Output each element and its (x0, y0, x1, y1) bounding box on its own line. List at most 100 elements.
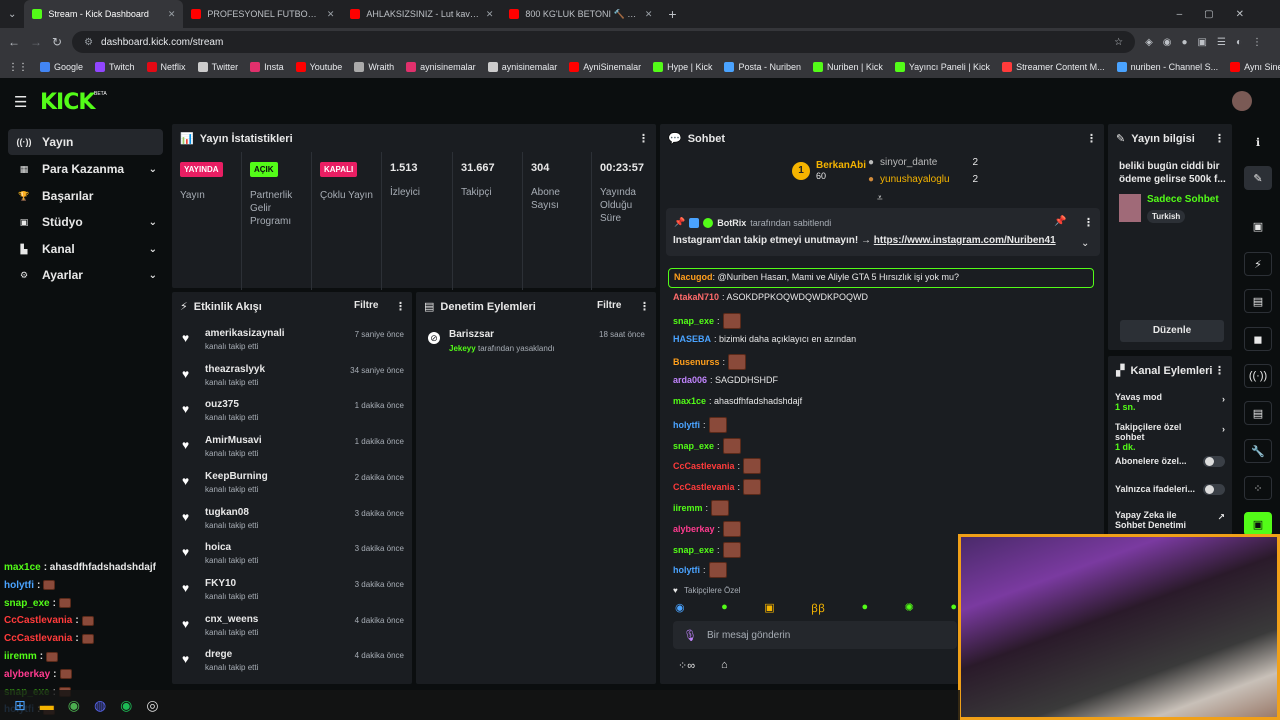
bookmark-4[interactable]: Insta (250, 62, 284, 72)
bookmark-8[interactable]: aynisinemalar (487, 62, 557, 72)
bookmark-16[interactable]: Aynı Sinemalar - Ça... (1230, 62, 1280, 72)
emote-3[interactable]: ▣ (764, 601, 774, 616)
doc-icon[interactable]: ▤ (1244, 289, 1272, 313)
activity-user[interactable]: ouz375 (205, 399, 239, 410)
back-icon[interactable]: ← (8, 35, 20, 49)
chrome-icon[interactable]: ◉ (68, 697, 80, 714)
reload-icon[interactable]: ↻ (52, 35, 62, 49)
chat-message[interactable]: CcCastlevania: (673, 458, 762, 475)
bookmark-1[interactable]: Twitch (95, 62, 135, 72)
chat-username[interactable]: AtakaN710 (673, 292, 719, 302)
chat-message[interactable]: arda006: SAGDDHSHDF (673, 375, 778, 385)
toggle-switch[interactable] (1203, 484, 1225, 495)
chat-username[interactable]: HASEBA (673, 334, 711, 344)
bookmark-0[interactable]: Google (40, 62, 83, 72)
bookmark-10[interactable]: Hype | Kick (653, 62, 712, 72)
wrench-icon[interactable]: 🔧 (1244, 439, 1272, 463)
activity-user[interactable]: KeepBurning (205, 471, 268, 482)
windows-start-icon[interactable]: ⊞ (14, 697, 26, 714)
bookmark-15[interactable]: nuriben - Channel S... (1116, 62, 1218, 72)
bookmark-5[interactable]: Youtube (295, 62, 342, 72)
toggle-switch[interactable] (1203, 456, 1225, 467)
activity-item[interactable]: ♥ cnx_weens kanalı takip etti 4 dakika önce (180, 614, 404, 648)
discord-icon[interactable]: ◍ (94, 697, 106, 714)
store-icon[interactable]: ⌂ (721, 659, 728, 671)
browser-tab-1[interactable]: PROFESYONEL FUTBOLCU SEN ✕ (183, 0, 342, 28)
site-info-icon[interactable]: ⚙ (84, 37, 93, 48)
chevron-down-icon[interactable]: ⌄ (149, 270, 157, 281)
file-explorer-icon[interactable]: ▬ (40, 697, 54, 713)
tab-close-icon[interactable]: ✕ (168, 9, 176, 20)
kick-logo[interactable]: KICK (40, 90, 95, 115)
bolt-icon[interactable]: ⚡ (1244, 252, 1272, 276)
activity-user[interactable]: cnx_weens (205, 614, 258, 625)
chat-message[interactable]: snap_exe: (673, 541, 741, 558)
highlight-user[interactable]: Nacugod (674, 272, 713, 282)
collapse-leaderboard-icon[interactable]: ⩡ (877, 193, 883, 204)
pinned-link[interactable]: https://www.instagram.com/Nuriben41 (874, 235, 1056, 246)
chat-message[interactable]: Busenurss: (673, 354, 747, 371)
channel-action-1[interactable]: Takipçilere özel sohbet 1 dk. › (1115, 422, 1225, 452)
sidebar-item-ayarlar[interactable]: ⚙ Ayarlar ⌄ (8, 262, 163, 288)
chat-message[interactable]: alyberkay: (673, 520, 742, 537)
sidebar-item-başarılar[interactable]: 🏆 Başarılar (8, 183, 163, 209)
activity-item[interactable]: ♥ amerikasizaynali kanalı takip etti 7 sani… (180, 328, 404, 362)
activity-user[interactable]: AmirMusavi (205, 435, 262, 446)
activity-item[interactable]: ♥ drege kanalı takip etti 4 dakika önce (180, 649, 404, 683)
chat-username[interactable]: CcCastlevania (673, 482, 735, 492)
activity-item[interactable]: ♥ hoica kanalı takip etti 3 dakika önce (180, 542, 404, 576)
bookmark-13[interactable]: Yayıncı Paneli | Kick (894, 62, 990, 72)
bookmark-6[interactable]: Wraith (354, 62, 394, 72)
chat-message[interactable]: snap_exe: (673, 312, 741, 329)
channel-action-3[interactable]: Yalnızca ifadeleri... (1115, 484, 1225, 495)
channel-action-2[interactable]: Abonelere özel... (1115, 456, 1225, 467)
activity-item[interactable]: ♥ FKY10 kanalı takip etti 3 dakika önce (180, 578, 404, 612)
chat-username[interactable]: holytfi (673, 565, 700, 575)
broadcast-icon[interactable]: ((·)) (1244, 364, 1272, 388)
new-tab-button[interactable]: + (660, 6, 684, 22)
image-icon[interactable]: ▣ (1244, 512, 1272, 536)
bookmark-star-icon[interactable]: ☆ (1114, 37, 1123, 48)
moderation-user[interactable]: Bariszsar (449, 329, 494, 340)
activity-item[interactable]: ♥ ouz375 kanalı takip etti 1 dakika önce (180, 399, 404, 433)
tab-close-icon[interactable]: ✕ (486, 9, 494, 20)
pinned-user[interactable]: BotRix (717, 218, 746, 228)
top-gifter[interactable]: 1 BerkanAbi 60 (792, 160, 866, 181)
bookmark-7[interactable]: aynisinemalar (406, 62, 476, 72)
pinned-menu-icon[interactable]: ⋮ (1083, 216, 1094, 229)
chat-message[interactable]: CcCastlevania: (673, 479, 762, 496)
leader-2[interactable]: ● yunushayaloglu 2 (868, 174, 978, 185)
moderation-by[interactable]: Jekeyy (449, 344, 476, 353)
edit-button[interactable]: Düzenle (1120, 320, 1224, 342)
emote-5[interactable]: ● (862, 601, 869, 616)
spotify-icon[interactable]: ◉ (120, 697, 132, 714)
menu-icon[interactable]: ☰ (14, 93, 27, 111)
activity-item[interactable]: ♥ theazraslyyk kanalı takip etti 34 saniye … (180, 364, 404, 398)
sidebar-item-para-kazanma[interactable]: ▦ Para Kazanma ⌄ (8, 156, 163, 182)
chat-username[interactable]: snap_exe (673, 441, 714, 451)
apps-icon[interactable]: ⋮⋮ (8, 62, 28, 73)
emote-4[interactable]: ꞵꞵ (811, 601, 825, 616)
emote-6[interactable]: ✺ (905, 601, 914, 616)
chat-message[interactable]: max1ce: ahasdfhfadshadshdajf (673, 396, 802, 406)
activity-user[interactable]: hoica (205, 542, 231, 553)
chat-username[interactable]: snap_exe (673, 545, 714, 555)
chat-input[interactable]: 🎙 Bir mesaj gönderin (673, 621, 957, 649)
pencil-icon[interactable]: ✎ (1244, 166, 1272, 190)
obs-icon[interactable]: ◎ (146, 697, 158, 714)
screen-icon[interactable]: ▣ (1244, 214, 1272, 238)
chat-username[interactable]: iiremm (673, 503, 703, 513)
chat-message[interactable]: snap_exe: (673, 437, 741, 454)
chat-message[interactable]: iiremm: (673, 500, 730, 516)
chevron-down-icon[interactable]: ⌄ (149, 217, 157, 228)
emote-2[interactable]: ● (721, 601, 728, 616)
bookmark-12[interactable]: Nuriben | Kick (812, 62, 883, 72)
chat-username[interactable]: max1ce (673, 396, 706, 406)
activity-user[interactable]: tugkan08 (205, 507, 249, 518)
chat-username[interactable]: snap_exe (673, 316, 714, 326)
activity-item[interactable]: ♥ KeepBurning kanalı takip etti 2 dakika ön… (180, 471, 404, 505)
activity-item[interactable]: ♥ tugkan08 kanalı takip etti 3 dakika önce (180, 507, 404, 541)
info-icon[interactable]: ℹ (1244, 130, 1272, 154)
browser-tab-2[interactable]: AHLAKSIZSINIZ - Lut kavminde ✕ (342, 0, 501, 28)
forward-icon[interactable]: → (30, 35, 42, 49)
